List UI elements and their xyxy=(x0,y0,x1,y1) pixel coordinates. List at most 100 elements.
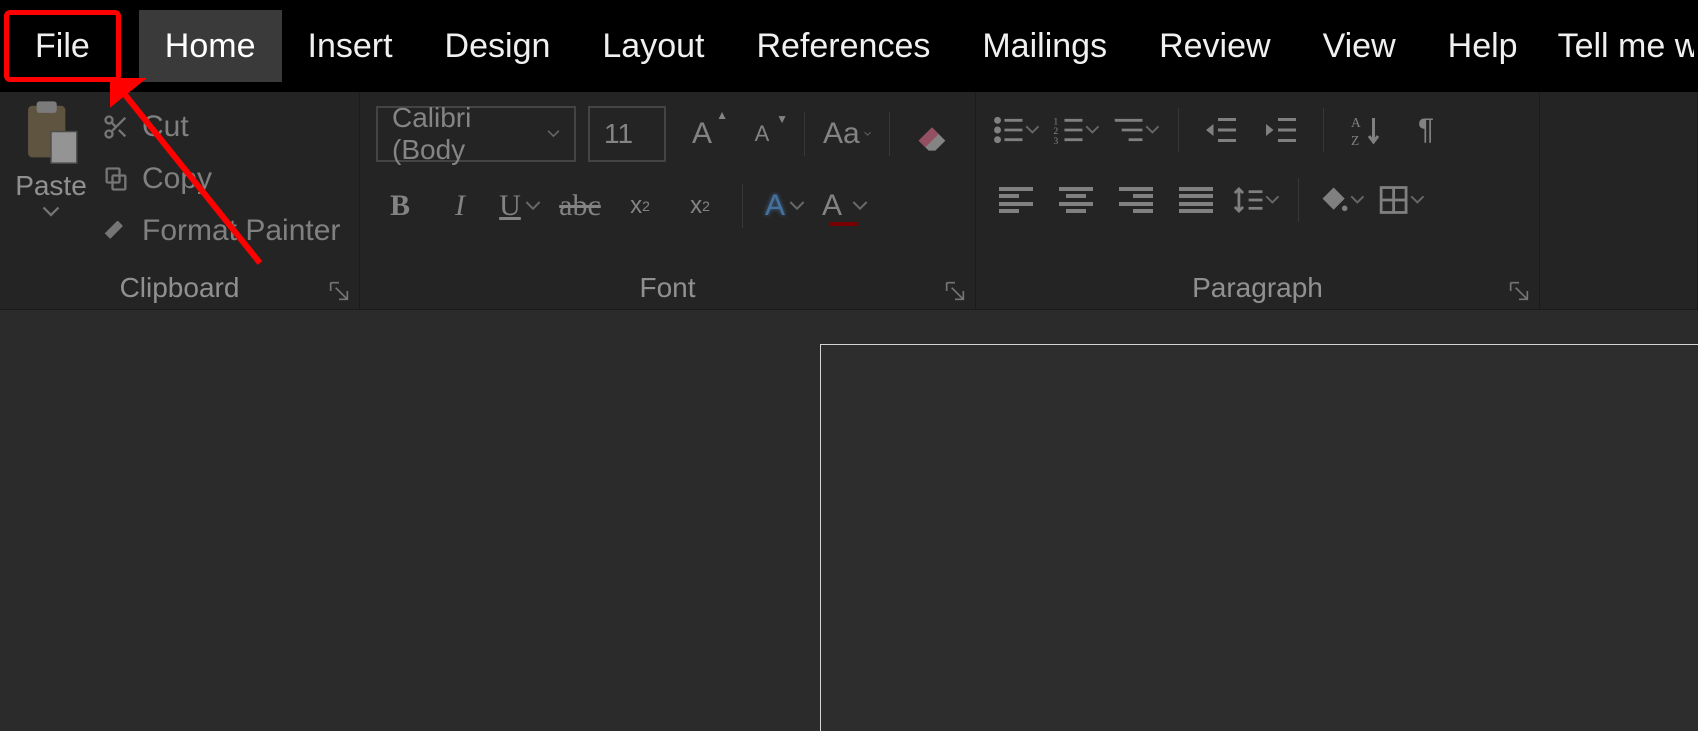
tab-insert[interactable]: Insert xyxy=(282,10,419,82)
sort-icon: AZ xyxy=(1348,112,1384,148)
increase-indent-button[interactable] xyxy=(1257,106,1305,154)
tab-file[interactable]: File xyxy=(4,10,121,82)
eraser-icon xyxy=(912,114,952,154)
group-label-paragraph: Paragraph xyxy=(976,267,1539,309)
font-name-combo[interactable]: Calibri (Body xyxy=(376,106,576,162)
chevron-down-icon xyxy=(547,126,560,142)
separator xyxy=(1323,108,1324,152)
paintbrush-icon xyxy=(102,217,130,245)
paste-label: Paste xyxy=(15,170,87,202)
font-size-combo[interactable]: 11 xyxy=(588,106,666,162)
chevron-down-icon xyxy=(1145,122,1160,138)
numbering-button[interactable]: 123 xyxy=(1052,106,1100,154)
clear-formatting-button[interactable] xyxy=(908,110,956,158)
numbered-list-icon: 123 xyxy=(1052,112,1085,148)
separator xyxy=(889,112,890,156)
separator xyxy=(742,184,743,228)
decrease-indent-button[interactable] xyxy=(1197,106,1245,154)
change-case-button[interactable]: Aa xyxy=(823,110,871,158)
subscript-button[interactable]: x2 xyxy=(616,182,664,230)
copy-button[interactable]: Copy xyxy=(102,162,340,196)
format-painter-button[interactable]: Format Painter xyxy=(102,214,340,248)
clipboard-paste-icon xyxy=(20,100,82,166)
chevron-down-icon xyxy=(852,198,868,214)
chevron-down-icon xyxy=(1265,192,1280,208)
decrease-indent-icon xyxy=(1203,112,1239,148)
bullets-button[interactable] xyxy=(992,106,1040,154)
text-effects-button[interactable]: A xyxy=(761,182,809,230)
tab-review[interactable]: Review xyxy=(1133,10,1296,82)
tell-me-placeholder: Tell me what xyxy=(1558,27,1694,66)
svg-text:3: 3 xyxy=(1053,136,1058,147)
italic-button[interactable]: I xyxy=(436,182,484,230)
strikethrough-button[interactable]: abc xyxy=(556,182,604,230)
separator xyxy=(1178,108,1179,152)
group-label-font: Font xyxy=(360,267,975,309)
grow-font-button[interactable]: A▲ xyxy=(678,110,726,158)
shrink-font-button[interactable]: A▼ xyxy=(738,110,786,158)
font-name-value: Calibri (Body xyxy=(392,102,521,166)
chevron-down-icon xyxy=(789,198,805,214)
tell-me-search[interactable]: Tell me what xyxy=(1544,25,1694,67)
chevron-down-icon xyxy=(1350,192,1365,208)
tab-view[interactable]: View xyxy=(1297,10,1422,82)
chevron-down-icon[interactable] xyxy=(41,206,61,218)
group-font: Calibri (Body 11 A▲ A▼ Aa xyxy=(360,92,976,309)
paint-bucket-icon xyxy=(1317,182,1350,218)
underline-button[interactable]: U xyxy=(496,182,544,230)
justify-button[interactable] xyxy=(1172,176,1220,224)
scissors-icon xyxy=(102,113,130,141)
tab-help[interactable]: Help xyxy=(1422,10,1544,82)
justify-icon xyxy=(1179,187,1213,213)
sort-button[interactable]: AZ xyxy=(1342,106,1390,154)
align-right-icon xyxy=(1119,187,1153,213)
chevron-down-icon xyxy=(864,126,871,142)
group-label-clipboard: Clipboard xyxy=(0,267,359,309)
bold-button[interactable]: B xyxy=(376,182,424,230)
format-painter-label: Format Painter xyxy=(142,214,340,248)
document-page[interactable] xyxy=(820,344,1698,731)
dialog-launcher-icon[interactable] xyxy=(945,281,965,301)
ribbon: Paste Cut Copy Format Painter Clipboard xyxy=(0,92,1698,310)
superscript-button[interactable]: x2 xyxy=(676,182,724,230)
separator xyxy=(1298,178,1299,222)
tab-design[interactable]: Design xyxy=(419,10,577,82)
shading-button[interactable] xyxy=(1317,176,1365,224)
multilevel-list-button[interactable] xyxy=(1112,106,1160,154)
separator xyxy=(804,112,805,156)
group-clipboard: Paste Cut Copy Format Painter Clipboard xyxy=(0,92,360,309)
borders-icon xyxy=(1377,182,1410,218)
copy-label: Copy xyxy=(142,162,212,196)
align-center-button[interactable] xyxy=(1052,176,1100,224)
ribbon-tabstrip: File Home Insert Design Layout Reference… xyxy=(0,0,1698,92)
tab-references[interactable]: References xyxy=(730,10,956,82)
font-color-button[interactable]: A xyxy=(821,182,869,230)
paste-button[interactable]: Paste xyxy=(6,100,96,218)
svg-text:Z: Z xyxy=(1351,133,1359,148)
chevron-down-icon xyxy=(1410,192,1425,208)
show-marks-button[interactable]: ¶ xyxy=(1402,106,1450,154)
chevron-down-icon xyxy=(525,198,541,214)
dialog-launcher-icon[interactable] xyxy=(329,281,349,301)
font-size-value: 11 xyxy=(604,118,633,150)
chevron-down-icon xyxy=(1025,122,1040,138)
line-spacing-button[interactable] xyxy=(1232,176,1280,224)
group-paragraph: 123 AZ xyxy=(976,92,1540,309)
increase-indent-icon xyxy=(1263,112,1299,148)
align-left-icon xyxy=(999,187,1033,213)
document-area[interactable] xyxy=(0,310,1698,731)
cut-button[interactable]: Cut xyxy=(102,110,340,144)
align-right-button[interactable] xyxy=(1112,176,1160,224)
chevron-down-icon xyxy=(1085,122,1100,138)
dialog-launcher-icon[interactable] xyxy=(1509,281,1529,301)
multilevel-list-icon xyxy=(1112,112,1145,148)
bulleted-list-icon xyxy=(992,112,1025,148)
tab-layout[interactable]: Layout xyxy=(576,10,730,82)
tab-home[interactable]: Home xyxy=(139,10,282,82)
svg-text:A: A xyxy=(1351,115,1361,130)
borders-button[interactable] xyxy=(1377,176,1425,224)
copy-icon xyxy=(102,165,130,193)
align-left-button[interactable] xyxy=(992,176,1040,224)
group-styles xyxy=(1540,92,1698,309)
tab-mailings[interactable]: Mailings xyxy=(956,10,1133,82)
